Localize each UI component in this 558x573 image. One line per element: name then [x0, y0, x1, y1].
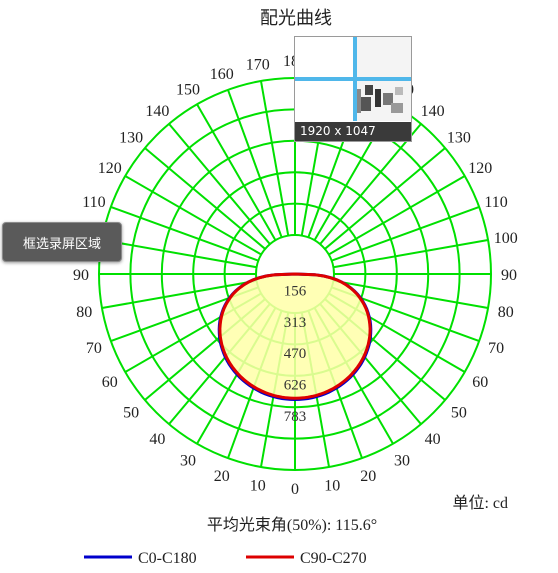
angle-label-right: 120 — [468, 160, 492, 177]
chart-title: 配光曲线 — [260, 8, 332, 29]
magnifier-resolution: 1920 x 1047 — [295, 122, 411, 141]
legend: C0-C180 C90-C270 — [84, 550, 367, 567]
angle-label-right: 80 — [498, 304, 514, 321]
angle-label-right: 20 — [360, 468, 376, 485]
unit-label: 单位: cd — [452, 494, 508, 512]
angle-label-left: 170 — [246, 56, 270, 73]
angle-label-left: 110 — [82, 194, 105, 211]
angle-label-left: 80 — [76, 304, 92, 321]
radial-tick-label: 470 — [284, 346, 307, 362]
radial-tick-label: 156 — [284, 283, 307, 299]
angle-label-left: 70 — [86, 340, 102, 357]
angle-label-left: 10 — [250, 478, 266, 495]
radial-tick-label: 313 — [284, 315, 307, 331]
angle-label-right: 130 — [447, 129, 471, 146]
angle-label-right: 100 — [494, 230, 518, 247]
grid-spoke — [101, 238, 257, 269]
angle-label-right: 30 — [394, 452, 410, 469]
magnifier-crosshair-icon — [295, 37, 411, 121]
legend-label: C0-C180 — [138, 550, 197, 567]
angle-label-left: 30 — [180, 452, 196, 469]
angle-label-right: 70 — [488, 340, 504, 357]
angle-label-right: 40 — [425, 431, 441, 448]
grid-spoke — [259, 80, 290, 236]
grid-spoke — [333, 238, 489, 269]
select-recording-area-button[interactable]: 框选录屏区域 — [2, 222, 122, 262]
angle-label-left: 160 — [210, 66, 234, 83]
angle-label-left: 140 — [145, 103, 169, 120]
angle-label-left: 0 — [291, 481, 299, 498]
angle-label-left: 40 — [149, 431, 165, 448]
radial-tick-label: 783 — [284, 409, 307, 425]
polar-light-distribution-chart: 156313470626783 010203040506070809010011… — [72, 8, 518, 567]
angle-label-right: 140 — [421, 103, 445, 120]
angle-label-left: 150 — [176, 82, 200, 99]
radial-tick-label: 626 — [284, 378, 307, 394]
angle-label-left: 50 — [123, 405, 139, 422]
beam-angle-label: 平均光束角(50%): 115.6° — [207, 516, 377, 534]
angle-label-left: 120 — [98, 160, 122, 177]
legend-label: C90-C270 — [300, 550, 367, 567]
angle-label-left: 60 — [102, 374, 118, 391]
angle-label-right: 110 — [484, 194, 507, 211]
angle-label-left: 130 — [119, 129, 143, 146]
angle-label-right: 90 — [501, 267, 517, 284]
angle-label-right: 50 — [451, 405, 467, 422]
angle-label-right: 10 — [324, 478, 340, 495]
screen-magnifier: 1920 x 1047 — [294, 36, 412, 142]
angle-label-left: 20 — [214, 468, 230, 485]
angle-label-left: 90 — [73, 267, 89, 284]
angle-label-right: 60 — [472, 374, 488, 391]
